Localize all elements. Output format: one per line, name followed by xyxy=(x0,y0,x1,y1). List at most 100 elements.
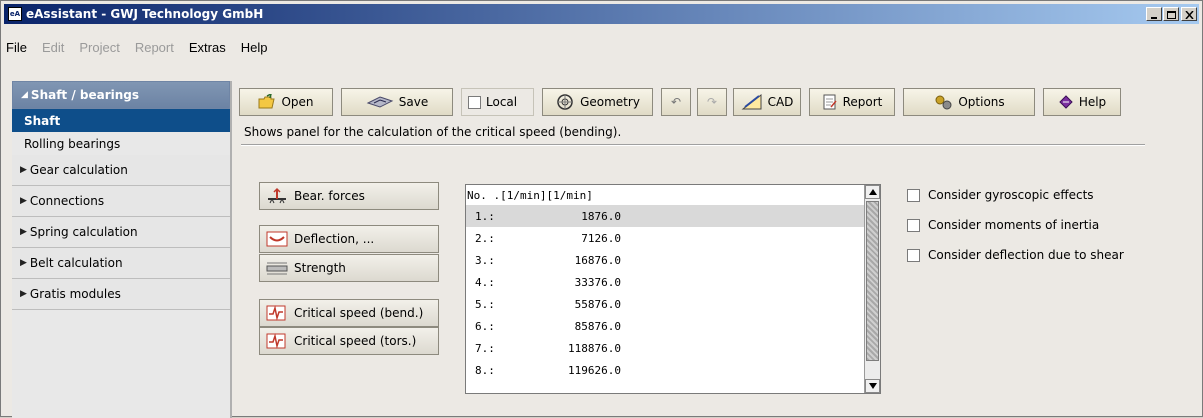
deflection-icon xyxy=(266,230,288,248)
list-item[interactable]: 7.: 118876.0 xyxy=(466,337,880,359)
critical-speed-bend-icon xyxy=(266,304,288,322)
sidebar-group-label: Connections xyxy=(29,194,105,208)
deflection-label: Deflection, ... xyxy=(294,232,375,246)
report-icon xyxy=(822,94,838,110)
help-button[interactable]: Help xyxy=(1043,88,1121,116)
row-number: 6.: xyxy=(475,319,495,333)
open-label: Open xyxy=(281,95,314,109)
open-button[interactable]: Open xyxy=(239,88,333,116)
app-icon: eA xyxy=(8,7,22,21)
checkbox-box xyxy=(907,218,920,232)
deflection-due-to-shear-checkbox[interactable]: Consider deflection due to shear xyxy=(907,245,1124,265)
save-icon xyxy=(366,94,394,110)
moments-of-inertia-label: Consider moments of inertia xyxy=(928,218,1100,232)
local-checkbox[interactable]: Local xyxy=(461,88,534,116)
maximize-button[interactable] xyxy=(1163,7,1179,21)
collapsed-triangle-icon: ▶ xyxy=(20,258,27,268)
row-number: 2.: xyxy=(475,231,495,245)
critical-speed-tors-button[interactable]: Critical speed (tors.) xyxy=(259,327,439,355)
deflection-button[interactable]: Deflection, ... xyxy=(259,225,439,253)
geometry-icon xyxy=(555,93,575,111)
collapsed-triangle-icon: ▶ xyxy=(20,165,27,175)
strength-icon xyxy=(266,259,288,277)
critical-speed-results-list[interactable]: No. .[1/min][1/min] 1.: 1876.0 2.: 7126.… xyxy=(465,184,881,394)
critical-speed-bend-label: Critical speed (bend.) xyxy=(294,306,424,320)
strength-label: Strength xyxy=(294,261,346,275)
strength-button[interactable]: Strength xyxy=(259,254,439,282)
list-item[interactable]: 8.: 119626.0 xyxy=(466,359,880,381)
row-number: 5.: xyxy=(475,297,495,311)
save-label: Save xyxy=(398,95,429,109)
menu-report[interactable]: Report xyxy=(133,40,176,55)
critical-speed-bend-button[interactable]: Critical speed (bend.) xyxy=(259,299,439,327)
undo-button[interactable]: ↶ xyxy=(661,88,691,116)
cad-button[interactable]: CAD xyxy=(733,88,801,116)
menu-help[interactable]: Help xyxy=(239,40,270,55)
sidebar-group-spring-calculation[interactable]: ▶ Spring calculation xyxy=(12,217,230,248)
gyroscopic-effects-checkbox[interactable]: Consider gyroscopic effects xyxy=(907,185,1094,205)
scroll-down-button[interactable] xyxy=(865,379,880,393)
sidebar-group-belt-calculation[interactable]: ▶ Belt calculation xyxy=(12,248,230,279)
scroll-up-button[interactable] xyxy=(865,185,880,199)
checkbox-box xyxy=(907,248,920,262)
menu-project[interactable]: Project xyxy=(77,40,121,55)
menu-edit[interactable]: Edit xyxy=(40,40,66,55)
help-book-icon xyxy=(1058,94,1074,110)
list-item[interactable]: 4.: 33376.0 xyxy=(466,271,880,293)
vertical-scrollbar[interactable] xyxy=(864,185,880,393)
sidebar-header-label: Shaft / bearings xyxy=(30,88,140,102)
row-value: 119626.0 xyxy=(568,363,621,377)
collapsed-triangle-icon: ▶ xyxy=(20,227,27,237)
maximize-icon xyxy=(1167,11,1176,19)
undo-icon: ↶ xyxy=(670,95,682,109)
list-item[interactable]: 6.: 85876.0 xyxy=(466,315,880,337)
bearing-forces-icon xyxy=(266,187,288,205)
list-item[interactable]: 5.: 55876.0 xyxy=(466,293,880,315)
close-button[interactable] xyxy=(1181,7,1197,21)
open-folder-icon xyxy=(258,94,276,110)
report-label: Report xyxy=(842,95,883,109)
results-header: No. .[1/min][1/min] xyxy=(467,188,593,202)
row-value: 7126.0 xyxy=(581,231,621,245)
sidebar-item-rolling-bearings[interactable]: Rolling bearings xyxy=(12,132,230,155)
redo-button[interactable]: ↷ xyxy=(697,88,727,116)
geometry-label: Geometry xyxy=(580,95,640,109)
cad-label: CAD xyxy=(767,95,794,109)
menu-extras[interactable]: Extras xyxy=(187,40,228,55)
minimize-button[interactable] xyxy=(1146,7,1162,21)
geometry-button[interactable]: Geometry xyxy=(542,88,653,116)
collapsed-triangle-icon: ▶ xyxy=(20,289,27,299)
list-item[interactable]: 2.: 7126.0 xyxy=(466,227,880,249)
panel-hint-text: Shows panel for the calculation of the c… xyxy=(244,125,622,139)
sidebar-item-shaft[interactable]: Shaft xyxy=(12,109,230,132)
row-value: 16876.0 xyxy=(574,253,621,267)
bear-forces-label: Bear. forces xyxy=(294,189,365,203)
critical-speed-tors-label: Critical speed (tors.) xyxy=(294,334,417,348)
report-button[interactable]: Report xyxy=(809,88,895,116)
list-item[interactable]: 3.: 16876.0 xyxy=(466,249,880,271)
menu-file[interactable]: File xyxy=(4,40,29,55)
options-button[interactable]: Options xyxy=(903,88,1035,116)
row-number: 7.: xyxy=(475,341,495,355)
list-item[interactable]: 1.: 1876.0 xyxy=(466,205,880,227)
collapsed-triangle-icon: ▶ xyxy=(20,196,27,206)
window-title: eAssistant - GWJ Technology GmbH xyxy=(26,7,264,21)
sidebar-group-connections[interactable]: ▶ Connections xyxy=(12,186,230,217)
sidebar-group-label: Belt calculation xyxy=(29,256,123,270)
sidebar-group-gear-calculation[interactable]: ▶ Gear calculation xyxy=(12,155,230,186)
moments-of-inertia-checkbox[interactable]: Consider moments of inertia xyxy=(907,215,1099,235)
gyroscopic-effects-label: Consider gyroscopic effects xyxy=(928,188,1094,202)
sidebar-group-gratis-modules[interactable]: ▶ Gratis modules xyxy=(12,279,230,310)
title-bar: eA eAssistant - GWJ Technology GmbH xyxy=(4,4,1199,24)
scroll-thumb[interactable] xyxy=(866,201,879,361)
row-value: 33376.0 xyxy=(574,275,621,289)
save-button[interactable]: Save xyxy=(341,88,453,116)
bear-forces-button[interactable]: Bear. forces xyxy=(259,182,439,210)
checkbox-box xyxy=(907,188,920,202)
checkbox-box xyxy=(468,95,481,109)
row-number: 1.: xyxy=(475,209,495,223)
app-window: eA eAssistant - GWJ Technology GmbH File… xyxy=(0,0,1203,418)
sidebar-header-shaft-bearings[interactable]: ◢ Shaft / bearings xyxy=(12,81,230,109)
row-number: 8.: xyxy=(475,363,495,377)
sidebar-group-label: Spring calculation xyxy=(29,225,138,239)
